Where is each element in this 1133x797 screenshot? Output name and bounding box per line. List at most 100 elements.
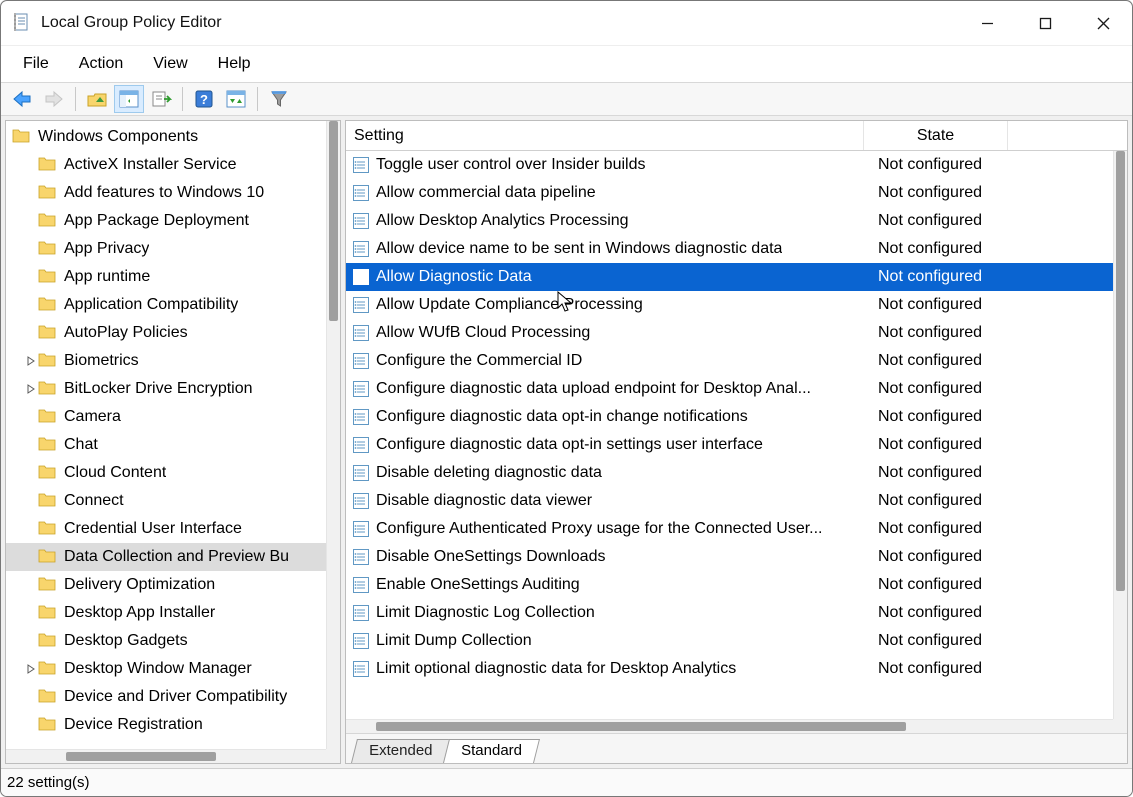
list-row[interactable]: Allow Update Compliance Processing Not c… [346, 291, 1127, 319]
tree-hscrollbar[interactable] [6, 749, 326, 763]
up-button[interactable] [82, 85, 112, 113]
cell-setting: Configure diagnostic data opt-in change … [346, 408, 864, 426]
tree-item[interactable]: Desktop App Installer [6, 599, 340, 627]
folder-icon [38, 688, 58, 706]
list-row[interactable]: Allow commercial data pipeline Not confi… [346, 179, 1127, 207]
list-row[interactable]: Configure diagnostic data opt-in setting… [346, 431, 1127, 459]
toolbar-separator [182, 87, 183, 111]
tree-item[interactable]: Delivery Optimization [6, 571, 340, 599]
tree-item[interactable]: Device Registration [6, 711, 340, 739]
folder-icon [38, 660, 58, 678]
list-row[interactable]: Allow WUfB Cloud Processing Not configur… [346, 319, 1127, 347]
tree-item[interactable]: BitLocker Drive Encryption [6, 375, 340, 403]
policy-icon [352, 492, 370, 510]
tree-item[interactable]: App runtime [6, 263, 340, 291]
tree-view[interactable]: Windows Components ActiveX Installer Ser… [6, 121, 340, 763]
refresh-view-button[interactable] [221, 85, 251, 113]
tree-item[interactable]: AutoPlay Policies [6, 319, 340, 347]
tree-item-label: Desktop Window Manager [64, 660, 252, 678]
policy-icon [352, 296, 370, 314]
list-row[interactable]: Enable OneSettings Auditing Not configur… [346, 571, 1127, 599]
list-row[interactable]: Disable OneSettings Downloads Not config… [346, 543, 1127, 571]
tree-item[interactable]: App Privacy [6, 235, 340, 263]
tree-item[interactable]: Data Collection and Preview Bu [6, 543, 340, 571]
tab-extended[interactable]: Extended [351, 739, 450, 763]
cell-state: Not configured [864, 604, 1074, 622]
cell-state: Not configured [864, 632, 1074, 650]
tree-item[interactable]: Credential User Interface [6, 515, 340, 543]
cell-setting: Allow Diagnostic Data [346, 268, 864, 286]
tab-standard[interactable]: Standard [443, 739, 540, 763]
tree-item[interactable]: Connect [6, 487, 340, 515]
tree-item[interactable]: Camera [6, 403, 340, 431]
setting-name: Disable OneSettings Downloads [376, 548, 605, 566]
export-button[interactable] [146, 85, 176, 113]
cell-state: Not configured [864, 408, 1074, 426]
expand-icon[interactable] [24, 384, 38, 394]
setting-name: Limit optional diagnostic data for Deskt… [376, 660, 736, 678]
column-state[interactable]: State [864, 121, 1008, 150]
folder-icon [38, 576, 58, 594]
tree-button[interactable] [114, 85, 144, 113]
expand-icon[interactable] [24, 356, 38, 366]
expand-icon[interactable] [24, 664, 38, 674]
cell-state: Not configured [864, 268, 1074, 286]
tree-item[interactable]: Device and Driver Compatibility [6, 683, 340, 711]
cell-state: Not configured [864, 352, 1074, 370]
list-row[interactable]: Configure Authenticated Proxy usage for … [346, 515, 1127, 543]
forward-button[interactable] [39, 85, 69, 113]
cell-state: Not configured [864, 464, 1074, 482]
toolbar-separator [75, 87, 76, 111]
tree-item[interactable]: ActiveX Installer Service [6, 151, 340, 179]
folder-icon [38, 352, 58, 370]
cell-setting: Allow commercial data pipeline [346, 184, 864, 202]
tree-item[interactable]: Desktop Window Manager [6, 655, 340, 683]
tree-item-label: App runtime [64, 268, 150, 286]
cell-setting: Limit Dump Collection [346, 632, 864, 650]
list-row[interactable]: Disable diagnostic data viewer Not confi… [346, 487, 1127, 515]
menu-view[interactable]: View [139, 53, 201, 75]
window-buttons [958, 1, 1132, 45]
list-rows[interactable]: Toggle user control over Insider builds … [346, 151, 1127, 683]
folder-icon [38, 604, 58, 622]
tree-item[interactable]: Add features to Windows 10 [6, 179, 340, 207]
setting-name: Configure diagnostic data opt-in setting… [376, 436, 763, 454]
tree-item[interactable]: Biometrics [6, 347, 340, 375]
maximize-button[interactable] [1016, 1, 1074, 45]
tree-item[interactable]: Desktop Gadgets [6, 627, 340, 655]
tree-vscrollbar[interactable] [326, 121, 340, 763]
list-row[interactable]: Toggle user control over Insider builds … [346, 151, 1127, 179]
tree-item[interactable]: Cloud Content [6, 459, 340, 487]
list-row[interactable]: Limit Diagnostic Log Collection Not conf… [346, 599, 1127, 627]
list-hscrollbar[interactable] [346, 719, 1113, 733]
filter-button[interactable] [264, 85, 294, 113]
minimize-button[interactable] [958, 1, 1016, 45]
list-row[interactable]: Disable deleting diagnostic data Not con… [346, 459, 1127, 487]
tree-item[interactable]: Chat [6, 431, 340, 459]
tree-item[interactable]: App Package Deployment [6, 207, 340, 235]
tree-item-label: ActiveX Installer Service [64, 156, 237, 174]
list-row[interactable]: Configure diagnostic data upload endpoin… [346, 375, 1127, 403]
setting-name: Allow Diagnostic Data [376, 268, 532, 286]
help-button[interactable]: ? [189, 85, 219, 113]
list-row[interactable]: Allow device name to be sent in Windows … [346, 235, 1127, 263]
tree-item[interactable]: Windows Components [6, 123, 340, 151]
setting-name: Limit Diagnostic Log Collection [376, 604, 595, 622]
list-row[interactable]: Allow Desktop Analytics Processing Not c… [346, 207, 1127, 235]
list-row[interactable]: Configure the Commercial ID Not configur… [346, 347, 1127, 375]
back-button[interactable] [7, 85, 37, 113]
menu-action[interactable]: Action [65, 53, 137, 75]
menu-file[interactable]: File [9, 53, 63, 75]
tree-item[interactable]: Application Compatibility [6, 291, 340, 319]
folder-icon [12, 128, 32, 146]
list-vscrollbar[interactable] [1113, 151, 1127, 733]
list-row[interactable]: Limit Dump Collection Not configured [346, 627, 1127, 655]
menu-help[interactable]: Help [204, 53, 265, 75]
close-button[interactable] [1074, 1, 1132, 45]
list-row[interactable]: Configure diagnostic data opt-in change … [346, 403, 1127, 431]
list-row[interactable]: Allow Diagnostic Data Not configured [346, 263, 1127, 291]
column-setting[interactable]: Setting [346, 121, 864, 150]
setting-name: Allow Update Compliance Processing [376, 296, 643, 314]
policy-icon [352, 548, 370, 566]
list-row[interactable]: Limit optional diagnostic data for Deskt… [346, 655, 1127, 683]
